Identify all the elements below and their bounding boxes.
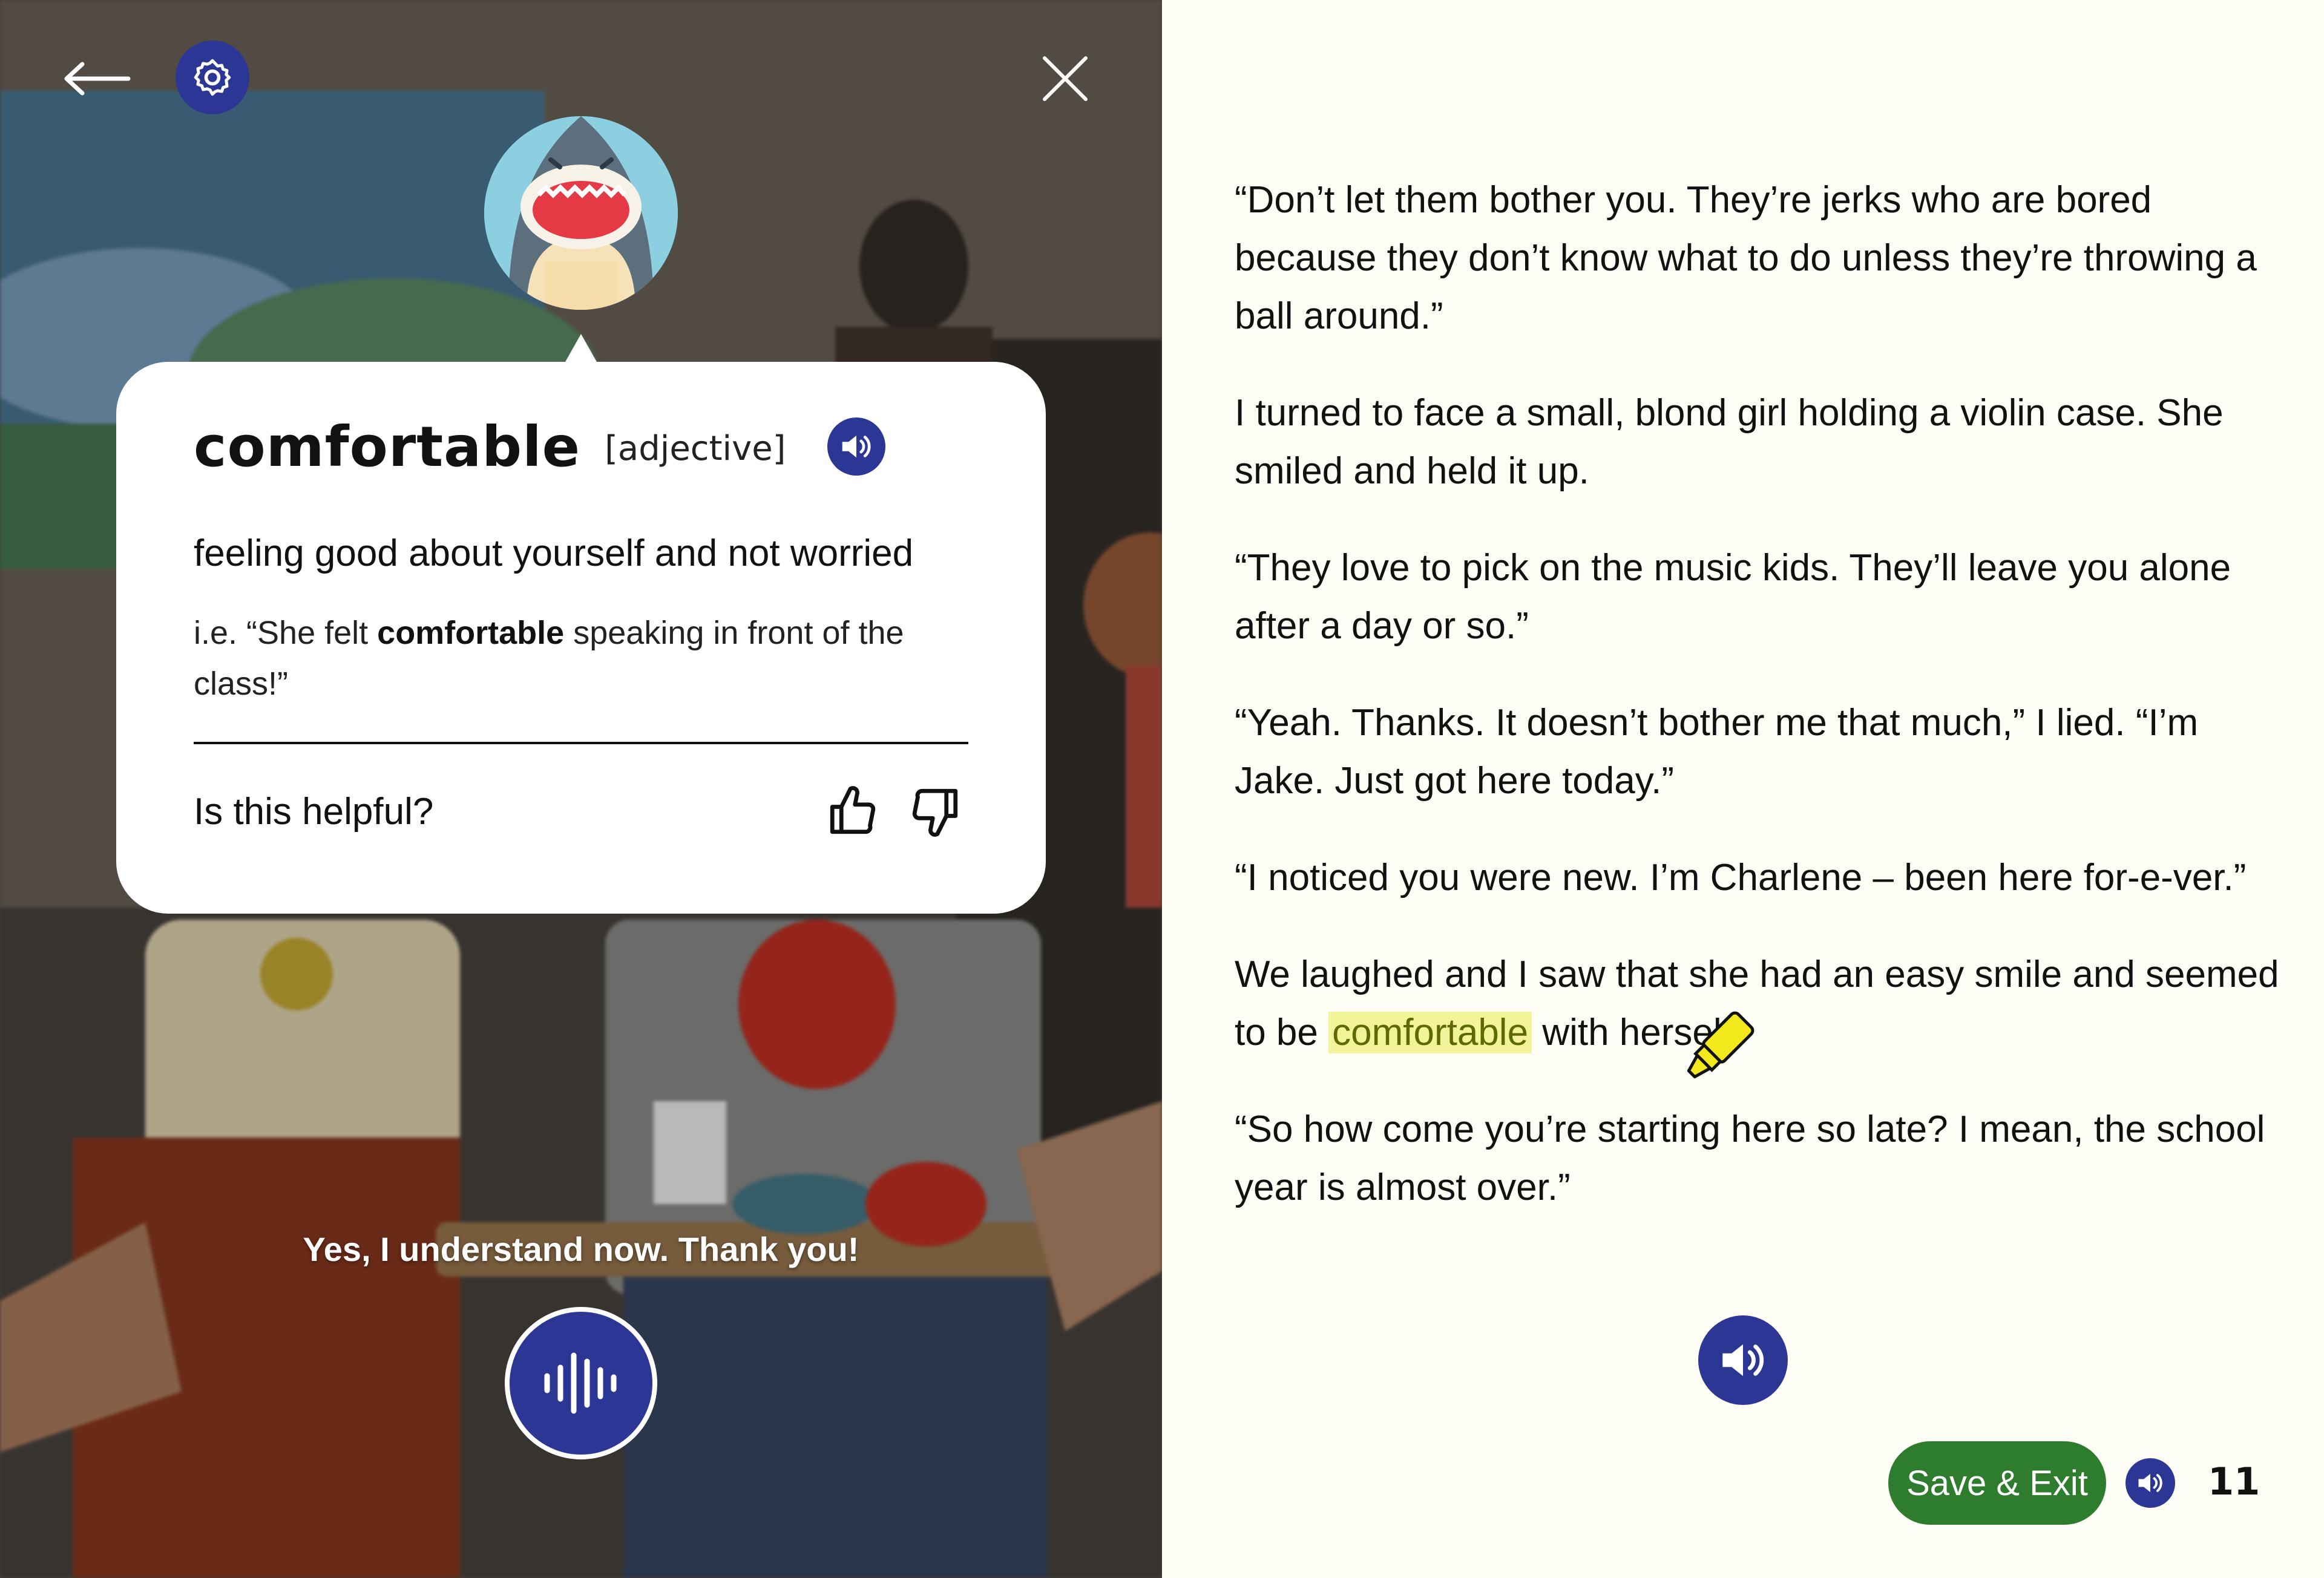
shark-avatar bbox=[484, 116, 678, 310]
example-prefix: i.e. “She felt bbox=[194, 615, 378, 652]
story-audio-button[interactable] bbox=[1698, 1315, 1788, 1405]
story-paragraph: “So how come you’re starting here so lat… bbox=[1235, 1108, 2265, 1208]
voice-input-button[interactable] bbox=[505, 1307, 657, 1459]
story-paragraph: I turned to face a small, blond girl hol… bbox=[1235, 392, 2224, 492]
thumbs-down-icon bbox=[912, 789, 958, 837]
highlighter-icon bbox=[1672, 1003, 1762, 1094]
page-number: 11 bbox=[2208, 1459, 2260, 1504]
thumbs-down-button[interactable] bbox=[902, 778, 968, 845]
thumbs-up-button[interactable] bbox=[819, 778, 886, 845]
story-paragraph: “Yeah. Thanks. It doesn’t bother me that… bbox=[1235, 702, 2199, 802]
story-paragraph: “Don’t let them bother you. They’re jerk… bbox=[1235, 179, 2257, 337]
voice-wave-icon bbox=[544, 1352, 617, 1414]
word-row: comfortable [adjective] bbox=[194, 404, 968, 489]
thumbs-up-icon bbox=[830, 786, 876, 834]
vocab-word: comfortable bbox=[194, 414, 581, 479]
speaker-icon bbox=[842, 435, 871, 458]
illustration-pane: comfortable [adjective] feeling good abo… bbox=[0, 0, 1162, 1578]
speaker-icon bbox=[1722, 1344, 1764, 1377]
feedback-row: Is this helpful? bbox=[194, 778, 968, 845]
save-exit-button[interactable]: Save & Exit bbox=[1888, 1441, 2106, 1525]
gear-icon bbox=[194, 59, 231, 96]
understand-response-text: Yes, I understand now. Thank you! bbox=[303, 1230, 859, 1268]
story-paragraph: “They love to pick on the music kids. Th… bbox=[1235, 547, 2231, 647]
definition-popup: comfortable [adjective] feeling good abo… bbox=[116, 362, 1046, 914]
settings-button[interactable] bbox=[176, 41, 249, 114]
close-button[interactable] bbox=[1029, 42, 1101, 115]
part-of-speech: [adjective] bbox=[605, 428, 786, 468]
word-audio-button[interactable] bbox=[827, 417, 885, 476]
highlighted-word[interactable]: comfortable bbox=[1328, 1012, 1532, 1053]
popup-pointer bbox=[565, 334, 597, 362]
back-button[interactable] bbox=[54, 42, 139, 115]
definition-text: feeling good about yourself and not worr… bbox=[194, 532, 914, 574]
arrow-left-icon bbox=[64, 62, 131, 96]
story-paragraph: “I noticed you were new. I’m Charlene – … bbox=[1235, 857, 2247, 899]
card-divider bbox=[194, 742, 968, 745]
example-word: comfortable bbox=[377, 615, 565, 652]
helpful-question: Is this helpful? bbox=[194, 790, 434, 833]
story-text-pane: “Don’t let them bother you. They’re jerk… bbox=[1162, 0, 2324, 1578]
example-sentence: i.e. “She felt comfortable speaking in f… bbox=[194, 607, 968, 709]
close-icon bbox=[1043, 56, 1088, 101]
footer-audio-button[interactable] bbox=[2125, 1458, 2175, 1508]
speaker-icon bbox=[2138, 1473, 2162, 1493]
